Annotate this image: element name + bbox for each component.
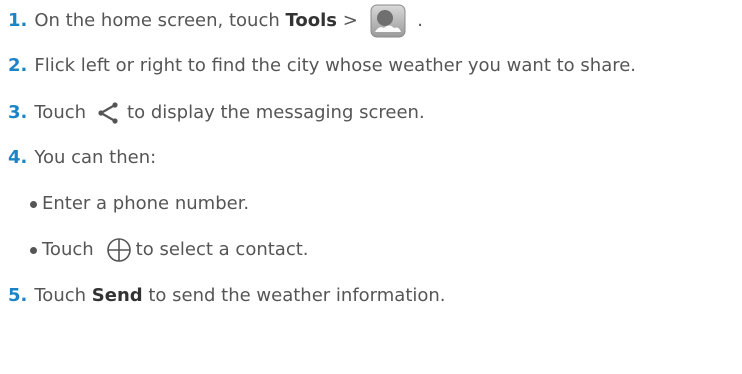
step-text: Touch: [34, 285, 92, 306]
option-text: Enter a phone number.: [42, 193, 250, 214]
step-number: 1.: [8, 10, 28, 31]
step-1: 1. On the home screen, touch Tools > .: [8, 4, 423, 38]
step-number: 3.: [8, 102, 28, 123]
step-text: .: [411, 10, 423, 31]
option-text: Touch: [42, 239, 94, 260]
step-3: 3. Touch to display the messaging screen…: [8, 98, 425, 128]
plus-circle-icon: [106, 237, 132, 263]
step-text: >: [337, 10, 364, 31]
step-text: to send the weather information.: [142, 285, 446, 306]
step-4: 4. You can then:: [8, 143, 156, 173]
weather-app-icon: [370, 4, 406, 38]
bullet-icon: [30, 246, 37, 254]
step-number: 4.: [8, 147, 28, 168]
step-text: On the home screen, touch: [34, 10, 286, 31]
option-text: to select a contact.: [135, 239, 309, 260]
option-item: Touch to select a contact.: [30, 235, 309, 265]
step-bold-label: Tools: [285, 10, 337, 31]
option-item: Enter a phone number.: [30, 189, 249, 219]
step-bold-label: Send: [91, 285, 143, 306]
step-number: 5.: [8, 285, 28, 306]
step-5: 5. Touch Send to send the weather inform…: [8, 281, 446, 311]
step-text: to display the messaging screen.: [127, 102, 425, 123]
step-text: Flick left or right to find the city who…: [34, 55, 637, 76]
step-text: You can then:: [34, 147, 157, 168]
share-icon: [96, 101, 120, 125]
bullet-icon: [30, 200, 37, 208]
step-number: 2.: [8, 55, 28, 76]
step-2: 2. Flick left or right to find the city …: [8, 51, 636, 81]
step-text: Touch: [34, 102, 87, 123]
